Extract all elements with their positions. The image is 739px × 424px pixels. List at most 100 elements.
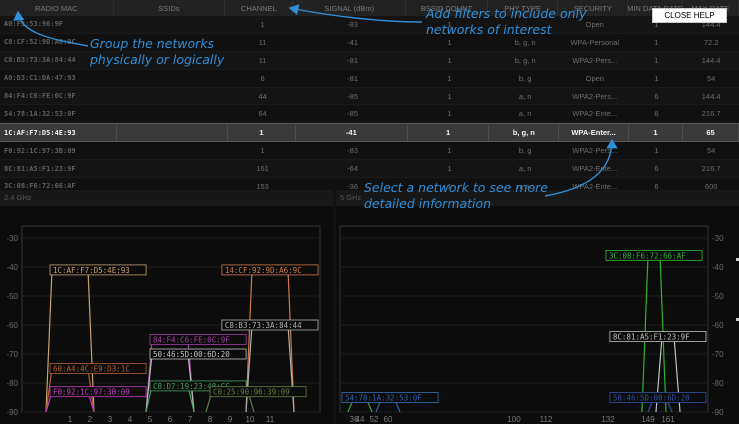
y-tick-label: -80 <box>6 379 18 388</box>
cell-mac: A0:F3:53:96:9F <box>4 20 64 29</box>
x-tick-label: 4 <box>128 415 133 424</box>
network-label: C0:25:90:96:39:09 <box>213 388 290 397</box>
x-tick-label: 7 <box>188 415 193 424</box>
y-tick-label: -60 <box>712 321 724 330</box>
cell-mac: F0:92:1C:97:3B:09 <box>4 146 76 155</box>
column-radio-mac[interactable]: RADIO MAC <box>0 0 114 16</box>
cell-mac: 8C:81:A5:F1:23:9F <box>4 164 76 173</box>
y-tick-label: -70 <box>6 350 18 359</box>
cell-signal: -83 <box>347 146 359 156</box>
network-label: 50:46:5D:00:6D:20 <box>613 394 690 403</box>
spectrum-chart-2-4ghz: -30 -40 -50 -60 -70 -80 -90 1 2 3 4 5 6 7 8 9 10 11 1C:AF:… <box>6 225 321 424</box>
cell-ssid <box>117 105 228 122</box>
y-tick-label: -90 <box>712 408 724 417</box>
x-tick-label: 2 <box>88 415 93 424</box>
close-help-button[interactable]: CLOSE HELP <box>652 8 727 23</box>
cell-security: WPA2-Ente... <box>572 164 618 174</box>
table-row[interactable]: 54:78:1A:32:53:0F 64 -85 1 a, n WPA2-Ente... 6… <box>0 105 739 124</box>
cell-bssid: 1 <box>447 164 452 174</box>
x-tick-label: 9 <box>228 415 233 424</box>
x-tick-label: 1 <box>68 415 73 424</box>
y-tick-label: -80 <box>712 379 724 388</box>
network-label: 8C:81:A5:F1:23:9F <box>613 333 690 342</box>
cell-phy: b, g <box>518 146 532 156</box>
y-tick-label: -70 <box>712 350 724 359</box>
x-tick-label: 10 <box>246 415 255 424</box>
table-row[interactable]: 1C:AF:F7:D5:4E:93 1 -41 1 b, g, n WPA-Enter..… <box>0 123 739 143</box>
cell-min: 1 <box>654 37 659 47</box>
cell-max: 144.4 <box>701 91 721 101</box>
y-tick-label: -50 <box>6 292 18 301</box>
x-tick-label: 5 <box>148 415 153 424</box>
cell-signal: -81 <box>347 55 359 65</box>
y-tick-label: -40 <box>6 263 18 272</box>
help-note-select: Select a network to see more detailed in… <box>364 180 548 211</box>
cell-phy: b, g, n <box>489 124 560 142</box>
network-label: 54:78:1A:32:53:0F <box>345 394 422 403</box>
cell-bssid: 1 <box>447 73 452 83</box>
network-label: 84:F4:C6:FE:0C:9F <box>153 336 230 345</box>
column-ssids[interactable]: SSIDs <box>114 0 226 16</box>
x-tick-label: 149 <box>641 415 655 424</box>
network-label: 50:46:5D:00:6D:20 <box>153 350 230 359</box>
cell-min: 6 <box>654 91 659 101</box>
cell-min: 1 <box>654 146 659 156</box>
chart-2-4ghz: 2.4 GHz -30 -40 -50 -60 -70 -80 -90 1 2 3 4 5 6 7 8 9 10… <box>0 190 333 424</box>
y-tick-label: -40 <box>712 263 724 272</box>
cell-phy: b, g, n <box>514 55 536 65</box>
cell-security: WPA2-Pers... <box>572 55 618 65</box>
y-tick-label: -30 <box>712 234 724 243</box>
cell-max: 54 <box>706 146 716 156</box>
cell-signal: -64 <box>347 164 359 174</box>
cell-signal: -41 <box>347 37 359 47</box>
table-row[interactable]: A0:D3:C1:DA:47:93 6 -81 1 b, g Open 1 54 <box>0 69 739 88</box>
table-row[interactable]: 84:F4:C6:FE:0C:9F 44 -85 1 a, n WPA2-Pers... 6… <box>0 87 739 106</box>
cell-bssid: 1 <box>447 146 452 156</box>
cell-bssid: 1 <box>447 91 452 101</box>
wifi-scanner-app: RADIO MAC SSIDs CHANNEL SIGNAL (dBm) BSS… <box>0 0 739 424</box>
x-tick-label: 11 <box>266 415 275 424</box>
table-row[interactable]: A0:F3:53:96:9F 1 -83 1 Open 1 144.4 <box>0 16 739 34</box>
cell-security: WPA-Enter... <box>559 124 629 142</box>
x-tick-label: 8 <box>208 415 213 424</box>
table-row[interactable]: 8C:81:A5:F1:23:9F 161 -64 1 a, n WPA2-Ente...… <box>0 160 739 179</box>
cell-phy: a, n <box>518 91 532 101</box>
cell-signal: -85 <box>347 109 359 119</box>
network-curve[interactable] <box>245 324 295 413</box>
help-note-filters: Add filters to include only networks of … <box>426 6 587 37</box>
cell-max: 216.7 <box>701 164 721 174</box>
cell-mac: 1C:AF:F7:D5:4E:93 <box>0 124 117 142</box>
cell-ssid <box>117 88 228 105</box>
cell-ssid <box>117 16 228 33</box>
cell-channel: 64 <box>258 109 267 119</box>
cell-security: WPA2-Ente... <box>572 109 618 119</box>
cell-security: WPA2-Pers... <box>572 91 618 101</box>
x-tick-label: 60 <box>384 415 393 424</box>
chart-5ghz: 5 GHz -30 -40 -50 -60 -70 -80 -90 36 44 52 60 100 11… <box>336 190 739 424</box>
network-table-header: RADIO MAC SSIDs CHANNEL SIGNAL (dBm) BSS… <box>0 0 739 16</box>
cell-phy: a, n <box>518 109 532 119</box>
table-row[interactable]: F0:92:1C:97:3B:09 1 -83 1 b, g WPA2-Pers... 1 5… <box>0 142 739 161</box>
column-channel[interactable]: CHANNEL <box>225 0 294 16</box>
cell-ssid <box>117 124 229 142</box>
cell-signal: -81 <box>347 73 359 83</box>
cell-ssid <box>117 160 228 177</box>
cell-min: 1 <box>629 124 683 142</box>
help-note-group: Group the networks physically or logical… <box>90 36 225 67</box>
network-label: 60:A4:4C:E9:D3:1C <box>53 365 130 374</box>
cell-max: 54 <box>706 73 716 83</box>
cell-security: Open <box>585 73 604 83</box>
cell-max: 216.7 <box>701 109 721 119</box>
cell-min: 6 <box>654 109 659 119</box>
cell-bssid: 1 <box>408 124 490 142</box>
cell-phy: a, n <box>518 164 532 174</box>
x-tick-label: 100 <box>507 415 521 424</box>
network-label: C8:B3:73:3A:84:44 <box>225 321 302 330</box>
x-tick-label: 6 <box>168 415 173 424</box>
y-tick-label: -50 <box>712 292 724 301</box>
cell-channel: 1 <box>260 146 265 156</box>
x-tick-label: 44 <box>356 415 365 424</box>
cell-signal: -85 <box>347 91 359 101</box>
column-signal[interactable]: SIGNAL (dBm) <box>293 0 407 16</box>
cell-max: 65 <box>683 124 739 142</box>
